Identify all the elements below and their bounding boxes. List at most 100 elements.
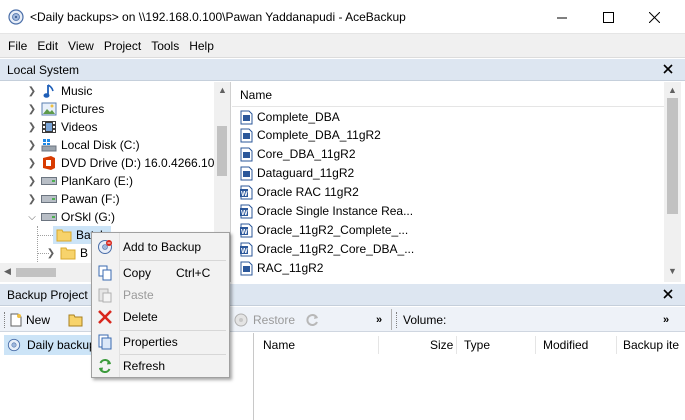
column-header-modified[interactable]: Modified xyxy=(543,333,588,357)
ctx-refresh[interactable]: Refresh xyxy=(92,355,229,377)
document-icon xyxy=(240,110,253,124)
file-name: Dataguard_11gR2 xyxy=(257,166,355,180)
backup-project-close-button[interactable] xyxy=(662,288,674,300)
local-system-close-button[interactable] xyxy=(662,63,674,75)
ctx-label: Properties xyxy=(123,335,178,349)
column-header-size[interactable]: Size xyxy=(430,333,453,357)
ctx-add-to-backup[interactable]: Add to Backup xyxy=(92,236,229,258)
column-header-name[interactable]: Name xyxy=(263,333,295,357)
ctx-properties[interactable]: Properties xyxy=(92,331,229,353)
file-list[interactable]: Name Complete_DBA Complete_DBA_11gR2 Cor… xyxy=(232,82,685,282)
title-bar: <Daily backups> on \\192.168.0.100\Pawan… xyxy=(0,0,685,34)
column-header-backup-items[interactable]: Backup ite xyxy=(623,333,679,357)
file-row[interactable]: Complete_DBA xyxy=(240,108,340,126)
tree-item-dvd-drive-d[interactable]: ❯ DVD Drive (D:) 16.0.4266.1003 xyxy=(26,154,228,172)
file-row[interactable]: Complete_DBA_11gR2 xyxy=(240,126,381,144)
document-icon xyxy=(240,147,253,161)
expand-arrow-icon[interactable]: ❯ xyxy=(26,194,38,205)
tree-item-orskl-g[interactable]: ⌵ OrSkl (G:) xyxy=(26,208,115,226)
file-row[interactable]: W Oracle_11gR2_Core_DBA_... xyxy=(240,240,414,258)
tree-item-pawan-f[interactable]: ❯ Pawan (F:) xyxy=(26,190,120,208)
tree-item-b[interactable]: ❯ B xyxy=(45,244,88,262)
file-name: Oracle RAC 11gR2 xyxy=(257,185,359,199)
expand-arrow-icon[interactable]: ❯ xyxy=(26,86,38,97)
scrollbar-thumb[interactable] xyxy=(217,126,227,176)
scroll-down-arrow-icon[interactable]: ▼ xyxy=(668,266,677,276)
local-system-title: Local System xyxy=(7,63,80,77)
scrollbar-thumb[interactable] xyxy=(16,268,56,277)
new-file-icon xyxy=(10,313,22,327)
column-header-type[interactable]: Type xyxy=(464,333,490,357)
menu-view[interactable]: View xyxy=(63,35,99,57)
expand-arrow-icon[interactable]: ❯ xyxy=(26,104,38,115)
new-project-button[interactable]: New xyxy=(4,310,50,330)
file-row[interactable]: W Oracle_11gR2_Complete_... xyxy=(240,221,408,239)
file-row[interactable]: RAC_11gR2 xyxy=(240,259,323,277)
new-label: New xyxy=(26,313,51,327)
maximize-button[interactable] xyxy=(585,0,631,34)
menu-help[interactable]: Help xyxy=(184,35,219,57)
expand-arrow-icon[interactable]: ❯ xyxy=(26,158,38,169)
menu-file[interactable]: File xyxy=(3,35,32,57)
file-name: Complete_DBA_11gR2 xyxy=(257,128,381,142)
word-document-icon: W xyxy=(240,185,253,199)
tree-item-label: Local Disk (C:) xyxy=(61,138,140,152)
expand-arrow-icon[interactable]: ❯ xyxy=(26,140,38,151)
tree-item-music[interactable]: ❯ Music xyxy=(26,82,92,100)
tree-item-videos[interactable]: ❯ Videos xyxy=(26,118,98,136)
tree-item-local-disk-c[interactable]: ❯ Local Disk (C:) xyxy=(26,136,140,154)
file-row[interactable]: Dataguard_11gR2 xyxy=(240,164,354,182)
close-icon xyxy=(663,64,673,74)
tree-item-label: DVD Drive (D:) 16.0.4266.1003 xyxy=(61,156,228,170)
file-row[interactable]: Core_DBA_11gR2 xyxy=(240,145,356,163)
windows-drive-icon xyxy=(40,137,58,153)
scroll-up-arrow-icon[interactable]: ▲ xyxy=(218,85,227,95)
project-item-daily-backup[interactable]: Daily backup xyxy=(4,335,99,355)
menu-edit[interactable]: Edit xyxy=(32,35,63,57)
open-project-button[interactable] xyxy=(68,310,84,330)
backup-items-list[interactable] xyxy=(255,357,685,420)
expand-arrow-icon[interactable]: ❯ xyxy=(26,176,38,187)
menu-tools[interactable]: Tools xyxy=(146,35,184,57)
project-icon xyxy=(7,338,21,352)
ctx-delete[interactable]: Delete xyxy=(92,306,229,328)
scrollbar-thumb[interactable] xyxy=(667,98,678,214)
tree-item-pictures[interactable]: ❯ Pictures xyxy=(26,100,105,118)
tree-item-plankaro-e[interactable]: ❯ PlanKaro (E:) xyxy=(26,172,133,190)
minimize-button[interactable] xyxy=(539,0,585,34)
ctx-copy[interactable]: Copy Ctrl+C xyxy=(92,262,229,284)
refresh-icon xyxy=(306,314,318,326)
ctx-paste[interactable]: Paste xyxy=(92,284,229,306)
folder-icon xyxy=(59,245,77,261)
restore-button[interactable]: Restore xyxy=(233,310,295,330)
project-name: Daily backup xyxy=(27,338,96,352)
document-icon xyxy=(240,166,253,180)
close-window-button[interactable] xyxy=(631,0,677,34)
svg-text:W: W xyxy=(241,229,248,236)
add-to-backup-icon xyxy=(96,238,114,256)
scroll-up-arrow-icon[interactable]: ▲ xyxy=(668,85,677,95)
document-icon xyxy=(240,261,253,275)
ctx-label: Refresh xyxy=(123,359,166,373)
file-row[interactable]: W Oracle Single Instance Rea... xyxy=(240,202,413,220)
expand-arrow-icon[interactable]: ❯ xyxy=(45,248,57,259)
context-menu: Add to Backup Copy Ctrl+C Paste Delete P… xyxy=(91,232,230,378)
volume-overflow-chevron-icon[interactable]: » xyxy=(663,310,669,330)
file-list-name-header[interactable]: Name xyxy=(240,88,272,102)
word-document-icon: W xyxy=(240,223,253,237)
file-name: RAC_11gR2 xyxy=(257,261,324,275)
refresh-project-button[interactable] xyxy=(304,310,320,330)
scroll-left-arrow-icon[interactable]: ◀ xyxy=(4,266,11,277)
toolbar-overflow-chevron-icon[interactable]: » xyxy=(376,310,382,330)
properties-icon xyxy=(96,333,114,351)
file-list-vertical-scrollbar[interactable]: ▲ ▼ xyxy=(664,82,681,282)
menu-project[interactable]: Project xyxy=(99,35,146,57)
document-icon xyxy=(240,128,253,142)
maximize-icon xyxy=(602,11,614,23)
collapse-arrow-icon[interactable]: ⌵ xyxy=(26,212,38,223)
tree-item-label: B xyxy=(80,246,89,260)
open-folder-icon xyxy=(68,314,83,327)
menu-bar: File Edit View Project Tools Help xyxy=(0,34,685,58)
file-row[interactable]: W Oracle RAC 11gR2 xyxy=(240,183,359,201)
expand-arrow-icon[interactable]: ❯ xyxy=(26,122,38,133)
